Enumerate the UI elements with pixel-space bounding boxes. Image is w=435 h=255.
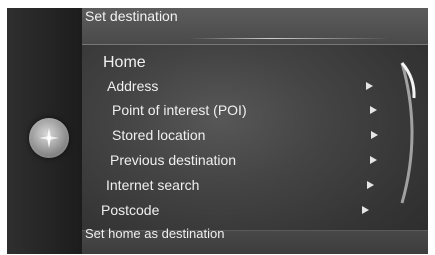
- chevron-right-icon: [370, 106, 377, 114]
- navigation-knob[interactable]: [29, 118, 69, 158]
- menu-item-previous-destination[interactable]: Previous destination: [110, 152, 236, 168]
- menu-item-internet-search[interactable]: Internet search: [106, 177, 199, 193]
- menu-item-home[interactable]: Home: [103, 54, 146, 72]
- chevron-right-icon: [371, 131, 378, 139]
- chevron-right-icon: [362, 206, 369, 214]
- divider: [190, 38, 390, 39]
- navigation-compass-icon: [39, 128, 59, 148]
- chevron-right-icon: [370, 156, 377, 164]
- footer-hint: Set home as destination: [85, 226, 225, 241]
- page-title: Set destination: [85, 8, 178, 24]
- chevron-right-icon: [367, 181, 374, 189]
- scroll-indicator: [400, 62, 416, 204]
- menu-item-address[interactable]: Address: [107, 78, 158, 94]
- menu-item-poi[interactable]: Point of interest (POI): [112, 102, 247, 118]
- menu-item-postcode[interactable]: Postcode: [101, 202, 159, 218]
- display-screen: [7, 8, 428, 254]
- chevron-right-icon: [366, 82, 373, 90]
- menu-item-stored-location[interactable]: Stored location: [112, 127, 205, 143]
